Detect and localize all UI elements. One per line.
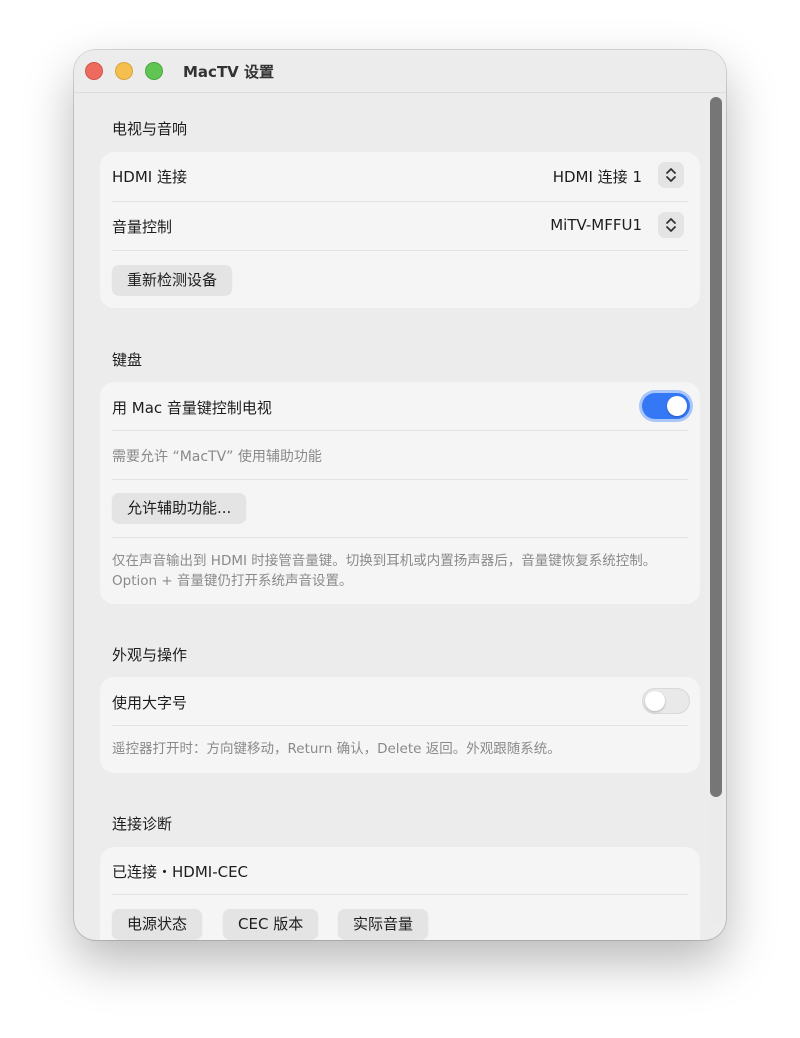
divider (112, 894, 688, 895)
toggle-knob (667, 396, 687, 416)
connection-status: 已连接・HDMI-CEC (112, 863, 249, 881)
mac-volume-keys-toggle[interactable] (642, 393, 690, 419)
chevron-up-down-icon (666, 218, 676, 232)
divider (112, 201, 688, 202)
chevron-up-down-icon (666, 168, 676, 182)
divider (112, 725, 688, 726)
section-title-keyboard: 键盘 (112, 351, 143, 369)
appearance-note: 遥控器打开时：方向键移动，Return 确认，Delete 返回。外观跟随系统。 (112, 741, 561, 757)
section-title-diagnostics: 连接诊断 (112, 815, 173, 833)
section-title-tv-audio: 电视与音响 (112, 120, 188, 138)
cec-version-button[interactable]: CEC 版本 (223, 909, 319, 939)
card-appearance: 使用大字号 遥控器打开时：方向键移动，Return 确认，Delete 返回。外… (100, 677, 700, 773)
section-title-appearance: 外观与操作 (112, 646, 188, 664)
hdmi-connection-popup[interactable] (658, 162, 684, 188)
window-title: MacTV 设置 (183, 63, 275, 81)
scrollbar-thumb[interactable] (710, 97, 722, 797)
allow-accessibility-button[interactable]: 允许辅助功能... (112, 493, 247, 523)
divider (112, 537, 688, 538)
card-diagnostics: 已连接・HDMI-CEC 电源状态 CEC 版本 实际音量 (100, 847, 700, 940)
vertical-scrollbar[interactable] (710, 95, 722, 923)
power-status-button[interactable]: 电源状态 (112, 909, 203, 939)
mac-volume-keys-label: 用 Mac 音量键控制电视 (112, 399, 272, 417)
card-keyboard: 用 Mac 音量键控制电视 需要允许 “MacTV” 使用辅助功能 允许辅助功能… (100, 382, 700, 604)
large-font-label: 使用大字号 (112, 694, 188, 712)
keyboard-note: 仅在声音输出到 HDMI 时接管音量键。切换到耳机或内置扬声器后，音量键恢复系统… (112, 553, 657, 589)
volume-control-value[interactable]: MiTV-MFFU1 (550, 216, 642, 234)
large-font-toggle[interactable] (642, 688, 690, 714)
accessibility-notice: 需要允许 “MacTV” 使用辅助功能 (112, 449, 322, 465)
actual-volume-button[interactable]: 实际音量 (338, 909, 429, 939)
title-bar: MacTV 设置 (74, 50, 726, 93)
settings-content: 电视与音响 HDMI 连接 HDMI 连接 1 音量控制 MiTV-MFFU1 … (74, 93, 726, 940)
divider (112, 479, 688, 480)
volume-control-label: 音量控制 (112, 218, 173, 236)
volume-control-popup[interactable] (658, 212, 684, 238)
settings-window: MacTV 设置 电视与音响 HDMI 连接 HDMI 连接 1 音量控制 Mi… (74, 50, 726, 940)
minimize-button[interactable] (115, 62, 133, 80)
hdmi-connection-value[interactable]: HDMI 连接 1 (553, 166, 642, 187)
redetect-devices-button[interactable]: 重新检测设备 (112, 265, 233, 295)
zoom-button[interactable] (145, 62, 163, 80)
toggle-knob (645, 691, 665, 711)
hdmi-connection-label: HDMI 连接 (112, 168, 187, 186)
close-button[interactable] (85, 62, 103, 80)
card-tv-audio: HDMI 连接 HDMI 连接 1 音量控制 MiTV-MFFU1 重新检测设备 (100, 152, 700, 308)
divider (112, 430, 688, 431)
divider (112, 250, 688, 251)
